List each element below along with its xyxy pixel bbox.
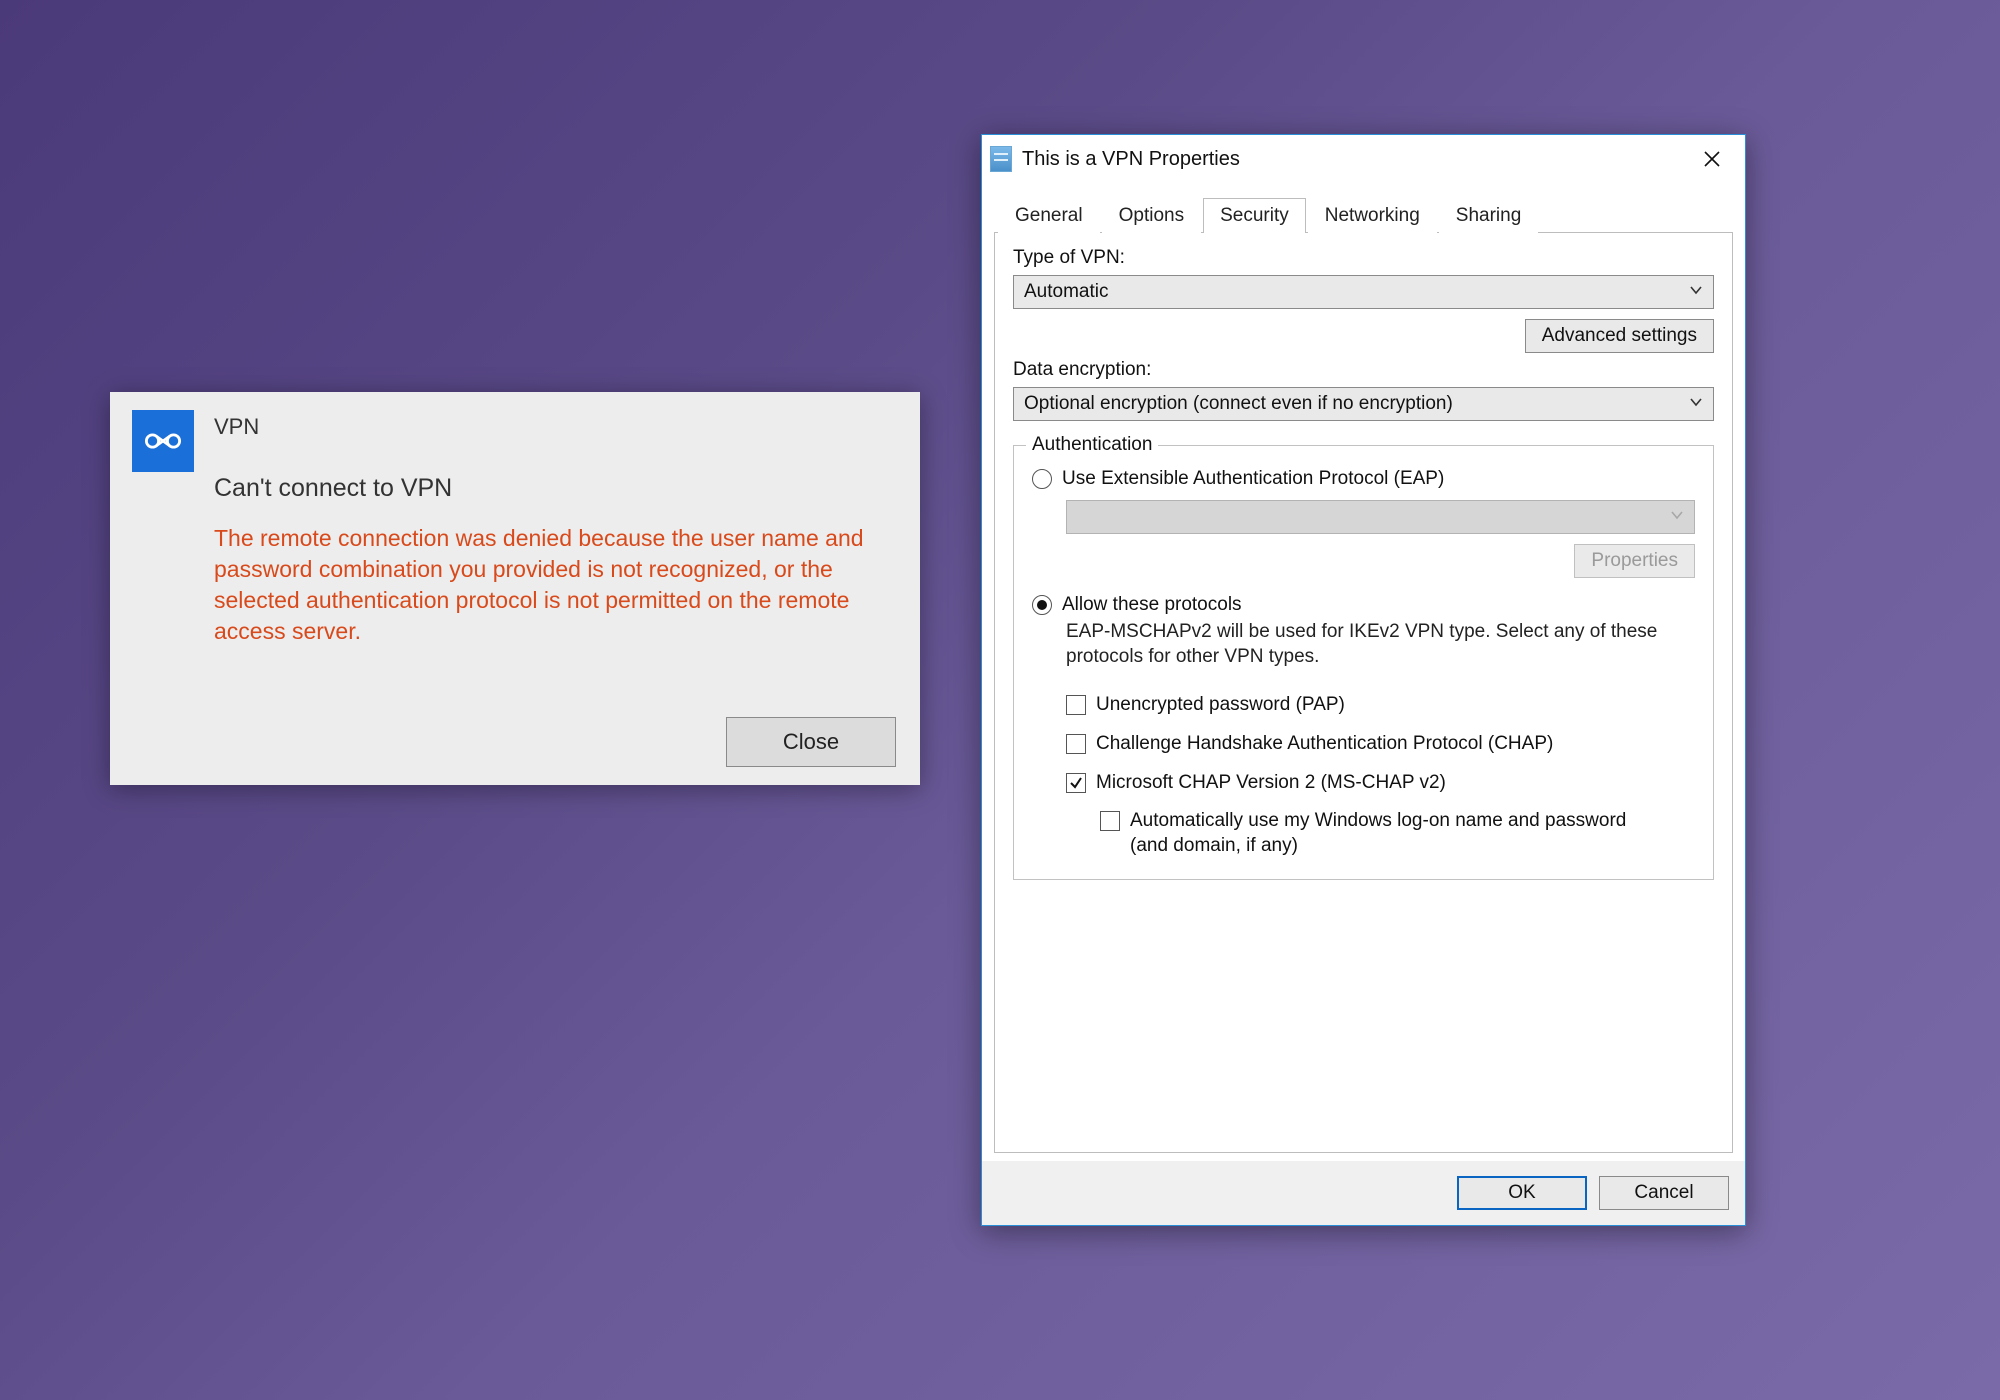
eap-properties-button: Properties xyxy=(1574,544,1695,578)
checkbox-chap-label: Challenge Handshake Authentication Proto… xyxy=(1096,732,1553,757)
radio-use-eap[interactable]: Use Extensible Authentication Protocol (… xyxy=(1032,468,1695,490)
checkbox-pap-label: Unencrypted password (PAP) xyxy=(1096,693,1345,718)
checkbox-mschap[interactable]: Microsoft CHAP Version 2 (MS-CHAP v2) xyxy=(1066,771,1695,796)
checkbox-icon xyxy=(1100,811,1120,831)
cancel-button[interactable]: Cancel xyxy=(1599,1176,1729,1210)
type-of-vpn-select[interactable]: Automatic xyxy=(1013,275,1714,309)
dialog-titlebar[interactable]: This is a VPN Properties xyxy=(982,135,1745,183)
vpn-icon xyxy=(132,410,194,472)
dialog-title: This is a VPN Properties xyxy=(1022,148,1687,171)
security-tab-panel: Type of VPN: Automatic Advanced settings… xyxy=(994,233,1733,1153)
allow-protocols-hint: EAP-MSCHAPv2 will be used for IKEv2 VPN … xyxy=(1066,620,1695,669)
checkbox-icon xyxy=(1066,695,1086,715)
type-of-vpn-label: Type of VPN: xyxy=(1013,247,1714,269)
vpn-error-toast: VPN Can't connect to VPN The remote conn… xyxy=(110,392,920,785)
chevron-down-icon xyxy=(1689,393,1703,415)
tab-networking[interactable]: Networking xyxy=(1308,198,1437,233)
authentication-legend: Authentication xyxy=(1026,434,1158,456)
chevron-down-icon xyxy=(1689,281,1703,303)
dialog-title-icon xyxy=(990,146,1012,172)
authentication-group: Authentication Use Extensible Authentica… xyxy=(1013,445,1714,880)
close-icon xyxy=(1703,150,1721,168)
checkbox-pap[interactable]: Unencrypted password (PAP) xyxy=(1066,693,1695,718)
vpn-properties-dialog: This is a VPN Properties General Options… xyxy=(981,134,1746,1226)
toast-app-name: VPN xyxy=(214,414,898,440)
checkbox-chap[interactable]: Challenge Handshake Authentication Proto… xyxy=(1066,732,1695,757)
radio-allow-protocols-label: Allow these protocols xyxy=(1062,594,1242,616)
tab-general[interactable]: General xyxy=(998,198,1100,233)
dialog-footer: OK Cancel xyxy=(982,1161,1745,1225)
radio-icon xyxy=(1032,469,1052,489)
tabstrip: General Options Security Networking Shar… xyxy=(994,193,1733,233)
radio-use-eap-label: Use Extensible Authentication Protocol (… xyxy=(1062,468,1444,490)
checkbox-icon xyxy=(1066,734,1086,754)
close-button[interactable]: Close xyxy=(726,717,896,767)
checkbox-mschap-label: Microsoft CHAP Version 2 (MS-CHAP v2) xyxy=(1096,771,1446,796)
toast-error-text: The remote connection was denied because… xyxy=(214,523,898,647)
eap-method-select xyxy=(1066,500,1695,534)
checkbox-autologon-label: Automatically use my Windows log-on name… xyxy=(1130,809,1650,858)
toast-heading: Can't connect to VPN xyxy=(214,474,898,503)
advanced-settings-button[interactable]: Advanced settings xyxy=(1525,319,1714,353)
radio-allow-protocols[interactable]: Allow these protocols xyxy=(1032,594,1695,616)
tab-options[interactable]: Options xyxy=(1102,198,1201,233)
data-encryption-label: Data encryption: xyxy=(1013,359,1714,381)
checkbox-icon xyxy=(1066,773,1086,793)
radio-icon xyxy=(1032,595,1052,615)
ok-button[interactable]: OK xyxy=(1457,1176,1587,1210)
chevron-down-icon xyxy=(1670,506,1684,528)
data-encryption-select[interactable]: Optional encryption (connect even if no … xyxy=(1013,387,1714,421)
dialog-close-button[interactable] xyxy=(1687,139,1737,179)
checkbox-autologon[interactable]: Automatically use my Windows log-on name… xyxy=(1100,809,1695,858)
data-encryption-value: Optional encryption (connect even if no … xyxy=(1024,393,1453,415)
tab-sharing[interactable]: Sharing xyxy=(1439,198,1539,233)
type-of-vpn-value: Automatic xyxy=(1024,281,1108,303)
tab-security[interactable]: Security xyxy=(1203,198,1306,233)
